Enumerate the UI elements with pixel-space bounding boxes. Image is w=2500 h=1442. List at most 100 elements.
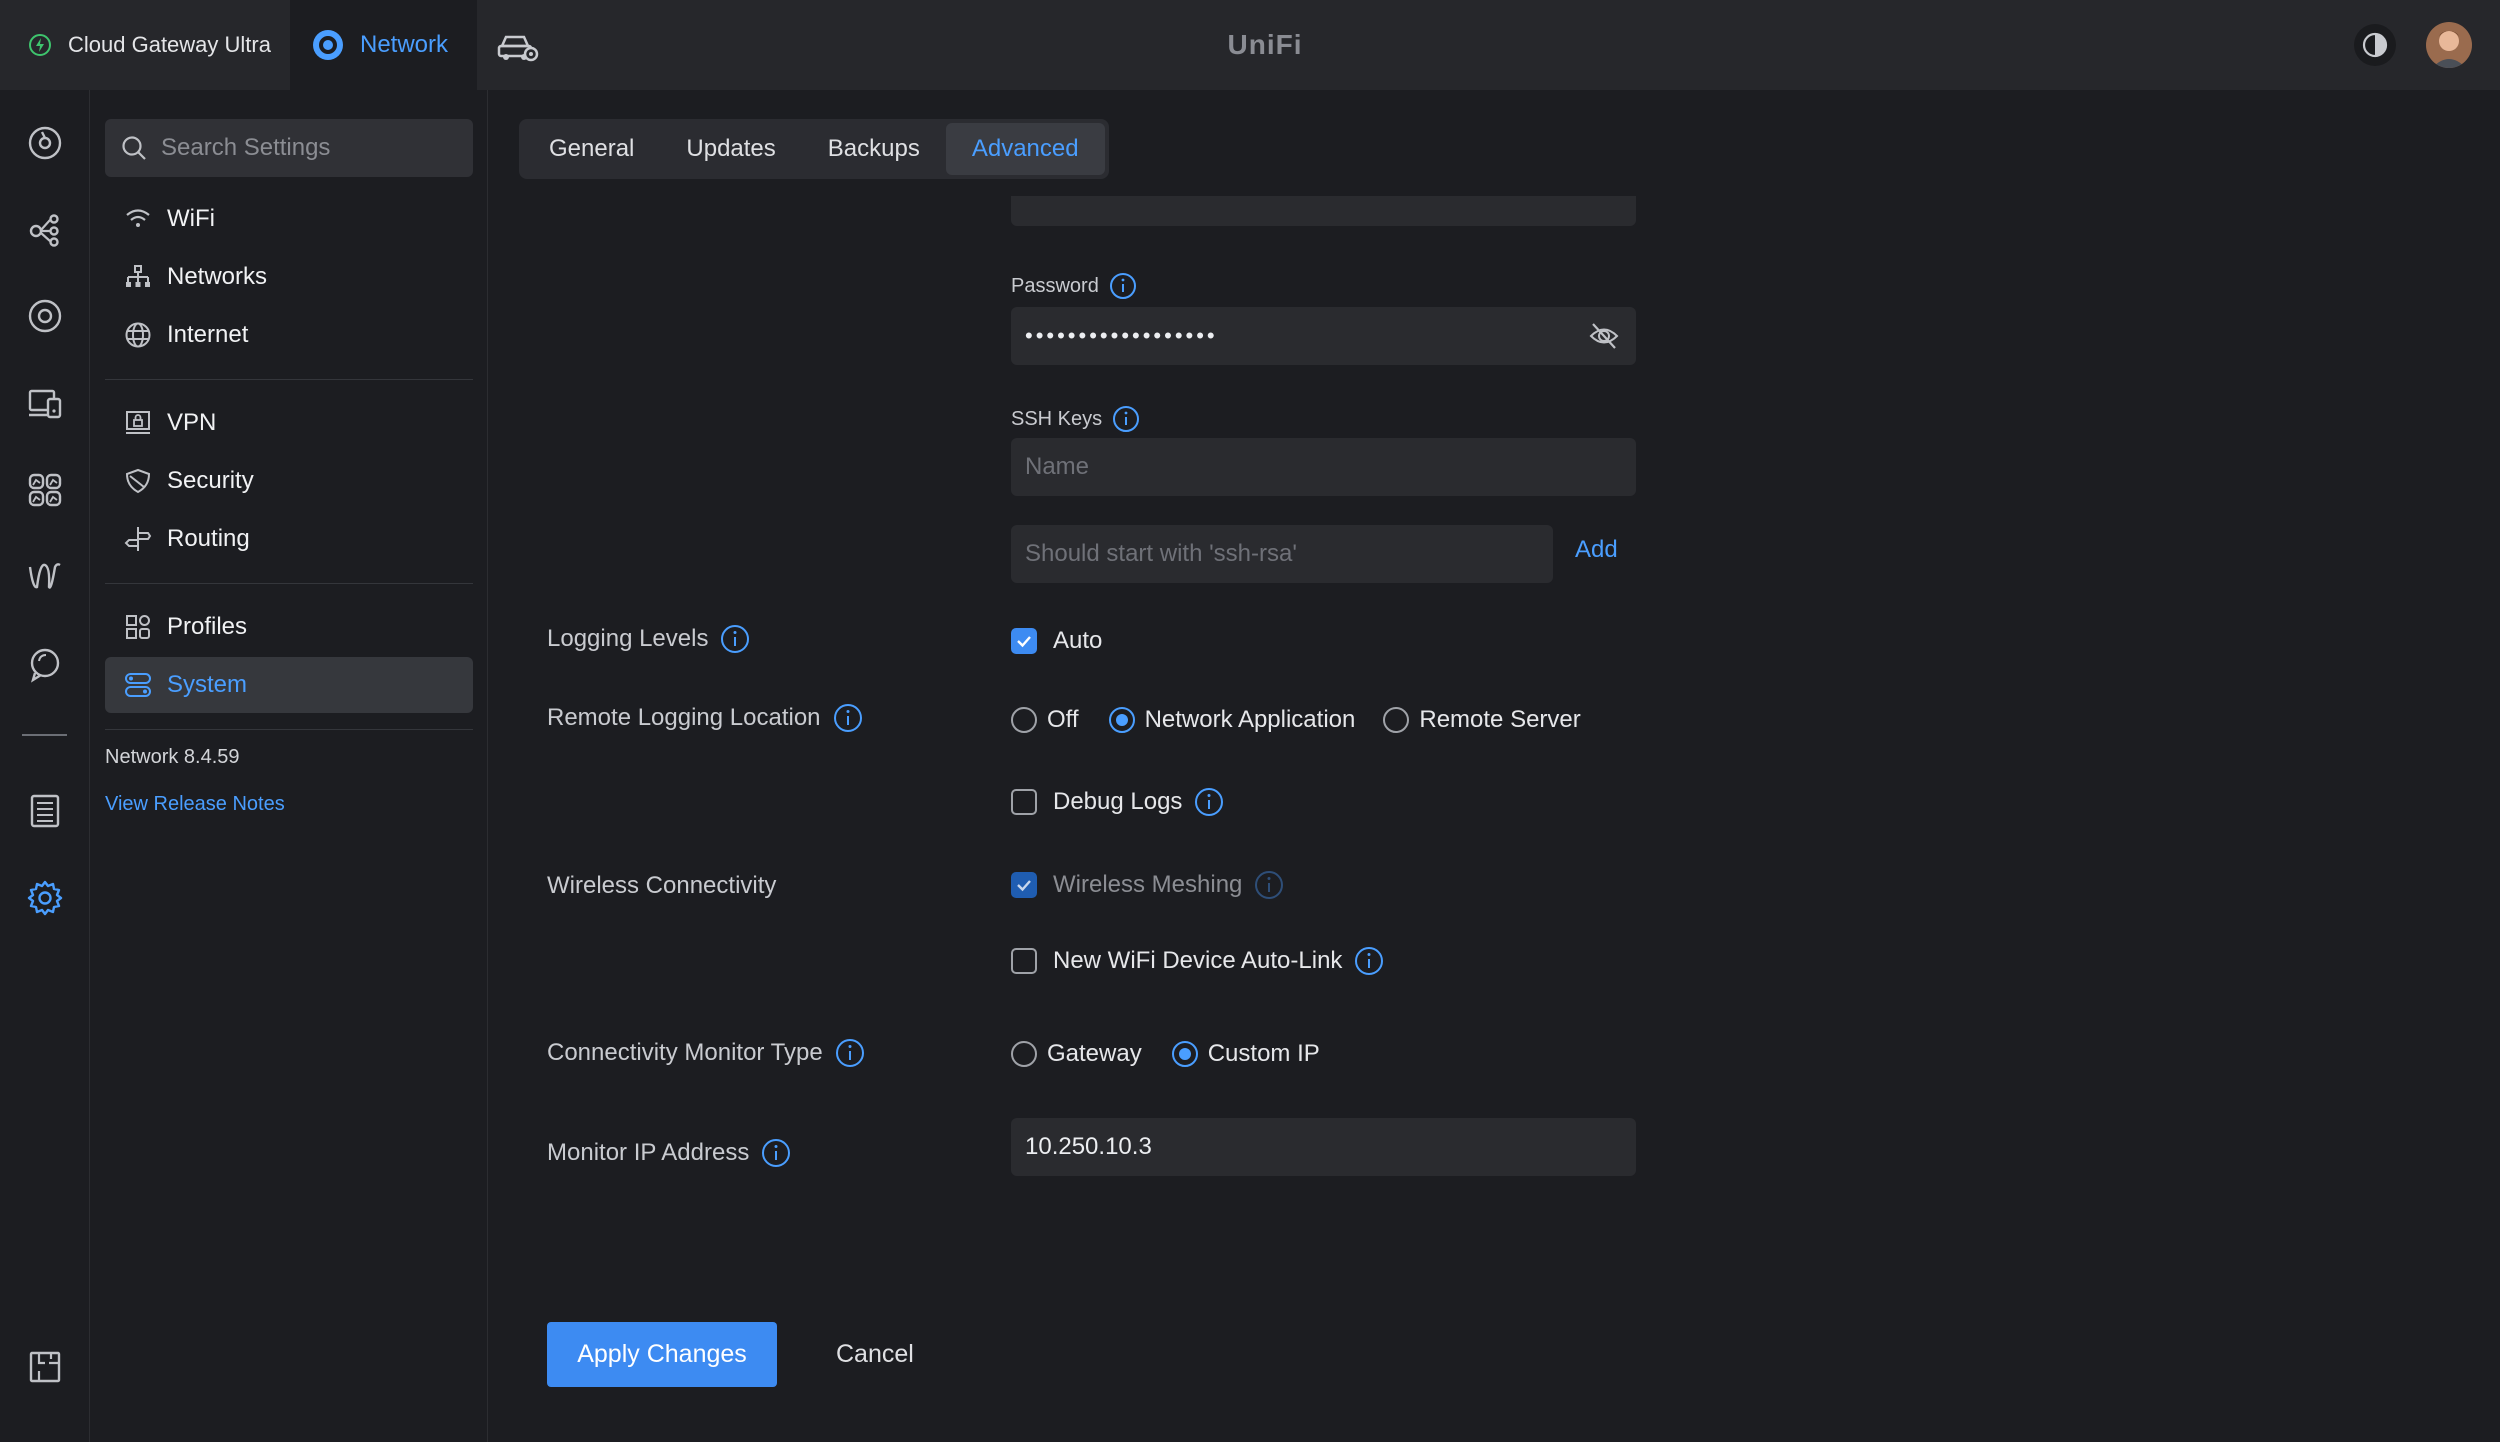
tab-backups[interactable]: Backups [802,123,946,175]
info-icon[interactable] [1109,272,1137,300]
logging-auto-checkbox[interactable]: Auto [1011,627,1102,655]
remote-logging-text: Remote Logging Location [547,704,821,731]
system-log-icon[interactable] [24,790,66,832]
radio-button-selected[interactable] [1171,1041,1198,1067]
contrast-icon [2362,32,2388,58]
rail-divider [22,734,67,736]
sidebar-item-label: Networks [167,263,268,290]
version-text: Network 8.4.59 [105,746,240,768]
wireless-meshing-checkbox[interactable]: Wireless Meshing [1011,870,1284,900]
radio-gateway[interactable]: Gateway [1011,1040,1142,1068]
console-name: Cloud Gateway Ultra [68,32,271,57]
ssh-key-name-input[interactable]: Name [1011,438,1636,496]
checkbox-unchecked[interactable] [1011,789,1037,815]
radio-button[interactable] [1011,707,1037,733]
radio-label: Gateway [1047,1040,1142,1067]
radio-button[interactable] [1383,707,1410,733]
sidebar-item-networks[interactable]: Networks [105,249,473,305]
statistics-icon[interactable] [24,469,66,511]
remote-logging-label: Remote Logging Location [547,703,863,733]
password-field[interactable]: •••••••••••••••••• [1011,307,1636,365]
debug-logs-label: Debug Logs [1053,788,1183,815]
tab-updates[interactable]: Updates [660,123,801,175]
info-icon[interactable] [1112,405,1140,433]
topology-icon[interactable] [24,208,66,250]
sidebar-divider [105,583,473,584]
wireless-connectivity-label: Wireless Connectivity [547,872,776,900]
info-icon[interactable] [1194,787,1224,817]
theme-toggle-button[interactable] [2354,24,2396,66]
auto-link-checkbox[interactable]: New WiFi Device Auto-Link [1011,946,1384,976]
ssh-key-value-input[interactable]: Should start with 'ssh-rsa' [1011,525,1553,583]
network-app-label: Network [360,31,449,58]
checkbox-checked-disabled[interactable] [1011,872,1037,898]
shield-icon [123,466,153,496]
innerspace-icon[interactable] [24,1346,66,1388]
sidebar-item-vpn[interactable]: VPN [105,395,473,451]
sidebar-item-wifi[interactable]: WiFi [105,191,473,247]
sidebar-item-security[interactable]: Security [105,453,473,509]
checkbox-unchecked[interactable] [1011,948,1037,974]
radio-network-application[interactable]: Network Application [1108,706,1356,734]
radio-button[interactable] [1011,1041,1037,1067]
cancel-button[interactable]: Cancel [836,1322,914,1387]
radio-label: Custom IP [1207,1040,1320,1067]
monitor-ip-input[interactable]: 10.250.10.3 [1011,1118,1636,1176]
sidebar-item-label: System [167,671,248,698]
info-icon[interactable] [835,1038,865,1068]
console-switcher[interactable]: Cloud Gateway Ultra [0,0,290,90]
apply-changes-button[interactable]: Apply Changes [547,1322,777,1387]
network-app-tab[interactable]: Network [290,0,477,90]
search-input[interactable] [159,133,463,163]
settings-sidebar: WiFi Networks Internet VPN Security Rout… [90,90,488,1442]
unifi-devices-icon[interactable] [24,295,66,337]
user-avatar[interactable] [2426,22,2472,68]
release-notes-link[interactable]: View Release Notes [105,793,285,816]
search-settings[interactable] [105,119,473,177]
info-icon[interactable] [1354,946,1384,976]
info-icon[interactable] [833,703,863,733]
radio-label: Off [1047,706,1079,733]
top-bar: Cloud Gateway Ultra Network UniFi [0,0,2500,90]
radio-button-selected[interactable] [1108,707,1135,733]
sidebar-item-routing[interactable]: Routing [105,511,473,567]
sidebar-item-internet[interactable]: Internet [105,307,473,363]
info-icon[interactable] [1254,870,1284,900]
insights-icon[interactable] [24,556,66,598]
tab-advanced[interactable]: Advanced [945,123,1105,175]
wireless-connectivity-text: Wireless Connectivity [547,872,777,899]
info-icon[interactable] [720,624,750,654]
ssh-add-button[interactable]: Add [1575,536,1618,564]
logging-levels-text: Logging Levels [547,625,709,652]
radio-off[interactable]: Off [1011,706,1079,734]
checkbox-checked[interactable] [1011,628,1037,654]
innerspace-app-icon[interactable] [496,28,540,64]
sidebar-item-label: Routing [167,525,250,552]
dashboard-icon[interactable] [24,122,66,164]
client-devices-icon[interactable] [24,382,66,424]
radio-custom-ip[interactable]: Custom IP [1171,1040,1320,1068]
eye-off-icon[interactable] [1588,321,1620,351]
username-field-partial[interactable] [1011,196,1636,226]
settings-icon[interactable] [24,877,66,919]
info-icon[interactable] [761,1138,791,1168]
globe-icon [123,320,153,350]
sidebar-item-system[interactable]: System [105,657,473,713]
ssh-key-placeholder: Should start with 'ssh-rsa' [1025,540,1297,567]
alerts-icon[interactable] [24,644,66,686]
monitor-type-label: Connectivity Monitor Type [547,1038,865,1068]
radio-remote-server[interactable]: Remote Server [1383,706,1581,734]
tab-general[interactable]: General [523,123,660,175]
system-icon [123,670,153,700]
sidebar-item-profiles[interactable]: Profiles [105,599,473,655]
networks-icon [123,262,153,292]
ssh-keys-label: SSH Keys [1011,405,1140,433]
monitor-ip-label: Monitor IP Address [547,1138,791,1168]
auto-link-label: New WiFi Device Auto-Link [1053,947,1343,974]
monitor-type-radio-group: Gateway Custom IP [1011,1040,1320,1068]
profiles-icon [123,612,153,642]
radio-label: Network Application [1144,706,1356,733]
wireless-meshing-label: Wireless Meshing [1053,871,1243,898]
sidebar-item-label: Profiles [167,613,248,640]
debug-logs-checkbox[interactable]: Debug Logs [1011,787,1224,817]
